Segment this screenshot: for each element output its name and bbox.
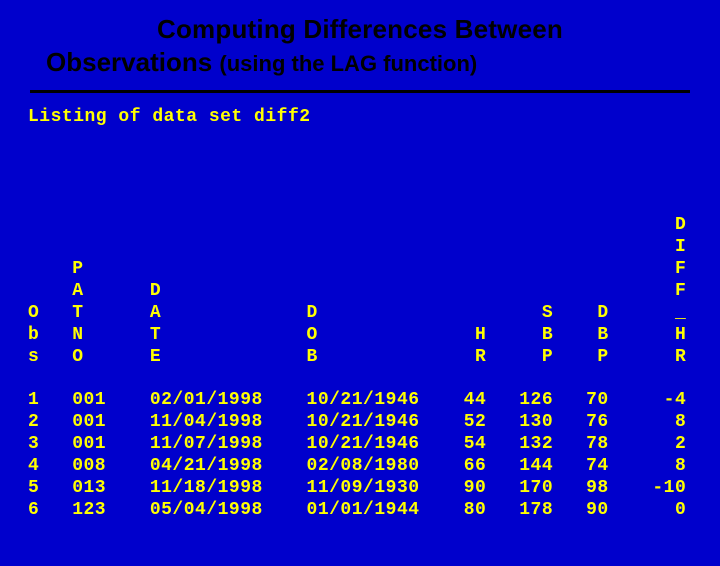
cell-patno: 123: [51, 500, 118, 522]
cell-dob: 10/21/1946: [274, 412, 431, 434]
data-listing: O b s P A T N O D A T E: [28, 149, 692, 566]
spacer-row: [28, 369, 720, 391]
cell-date: 11/18/1998: [117, 478, 274, 500]
table-row: 1 001 02/01/1998 10/21/1946 44 126 70 -4…: [28, 390, 720, 412]
cell-diff_sbp: -10: [686, 478, 720, 500]
cell-obs: 6: [28, 500, 51, 522]
col-header-hr: H R: [431, 193, 487, 369]
cell-patno: 001: [51, 390, 118, 412]
col-header-dob: D O B: [274, 193, 431, 369]
cell-diff_hr: 0: [609, 500, 687, 522]
col-header-patno: P A T N O: [51, 193, 118, 369]
cell-hr: 66: [431, 456, 487, 478]
cell-patno: 013: [51, 478, 118, 500]
cell-date: 11/04/1998: [117, 412, 274, 434]
cell-diff_sbp: -2: [686, 500, 720, 522]
cell-dbp: 74: [553, 456, 609, 478]
cell-dbp: 90: [553, 500, 609, 522]
cell-dob: 11/09/1930: [274, 478, 431, 500]
cell-diff_sbp: 4: [686, 412, 720, 434]
cell-patno: 001: [51, 434, 118, 456]
col-header-diff_sbp: D I F F _ S B P: [686, 193, 720, 369]
cell-obs: 3: [28, 434, 51, 456]
cell-hr: 54: [431, 434, 487, 456]
cell-hr: 44: [431, 390, 487, 412]
cell-dbp: 76: [553, 412, 609, 434]
cell-date: 05/04/1998: [117, 500, 274, 522]
cell-diff_sbp: 0: [686, 456, 720, 478]
table-row: 6 123 05/04/1998 01/01/1944 80 178 90 0 …: [28, 500, 720, 522]
cell-patno: 001: [51, 412, 118, 434]
title-line-2a: Observations: [46, 47, 212, 77]
cell-diff_sbp: 2: [686, 434, 720, 456]
table-row: 5 013 11/18/1998 11/09/1930 90 170 98 -1…: [28, 478, 720, 500]
cell-hr: 90: [431, 478, 487, 500]
col-header-dbp: D B P: [553, 193, 609, 369]
cell-obs: 1: [28, 390, 51, 412]
cell-diff_hr: 2: [609, 434, 687, 456]
cell-date: 11/07/1998: [117, 434, 274, 456]
cell-hr: 80: [431, 500, 487, 522]
cell-patno: 008: [51, 456, 118, 478]
cell-obs: 4: [28, 456, 51, 478]
table-row: 2 001 11/04/1998 10/21/1946 52 130 76 8 …: [28, 412, 720, 434]
cell-sbp: 130: [486, 412, 553, 434]
title-subtitle: (using the LAG function): [219, 51, 477, 76]
col-header-date: D A T E: [117, 193, 274, 369]
cell-sbp: 170: [486, 478, 553, 500]
table-row: 4 008 04/21/1998 02/08/1980 66 144 74 8 …: [28, 456, 720, 478]
cell-date: 02/01/1998: [117, 390, 274, 412]
cell-hr: 52: [431, 412, 487, 434]
cell-diff_hr: 8: [609, 456, 687, 478]
cell-sbp: 178: [486, 500, 553, 522]
cell-sbp: 126: [486, 390, 553, 412]
cell-date: 04/21/1998: [117, 456, 274, 478]
cell-obs: 2: [28, 412, 51, 434]
cell-dob: 10/21/1946: [274, 390, 431, 412]
cell-dbp: 70: [553, 390, 609, 412]
divider: [30, 90, 690, 93]
cell-obs: 5: [28, 478, 51, 500]
cell-dob: 01/01/1944: [274, 500, 431, 522]
slide: Computing Differences Between Observatio…: [0, 0, 720, 540]
title-block: Computing Differences Between Observatio…: [28, 14, 692, 84]
cell-dbp: 98: [553, 478, 609, 500]
title-line-1: Computing Differences Between: [40, 14, 680, 45]
title-line-2: Observations (using the LAG function): [40, 47, 680, 78]
cell-dbp: 78: [553, 434, 609, 456]
cell-diff_hr: 8: [609, 412, 687, 434]
cell-diff_sbp: -2: [686, 390, 720, 412]
cell-dob: 10/21/1946: [274, 434, 431, 456]
table-row: 3 001 11/07/1998 10/21/1946 54 132 78 2 …: [28, 434, 720, 456]
cell-diff_hr: -4: [609, 390, 687, 412]
cell-diff_hr: -10: [609, 478, 687, 500]
col-header-diff_hr: D I F F _ H R: [609, 193, 687, 369]
listing-caption: Listing of data set diff2: [28, 107, 692, 127]
cell-sbp: 144: [486, 456, 553, 478]
col-header-sbp: S B P: [486, 193, 553, 369]
cell-sbp: 132: [486, 434, 553, 456]
data-table: O b s P A T N O D A T E: [28, 193, 720, 522]
col-header-obs: O b s: [28, 193, 51, 369]
cell-dob: 02/08/1980: [274, 456, 431, 478]
